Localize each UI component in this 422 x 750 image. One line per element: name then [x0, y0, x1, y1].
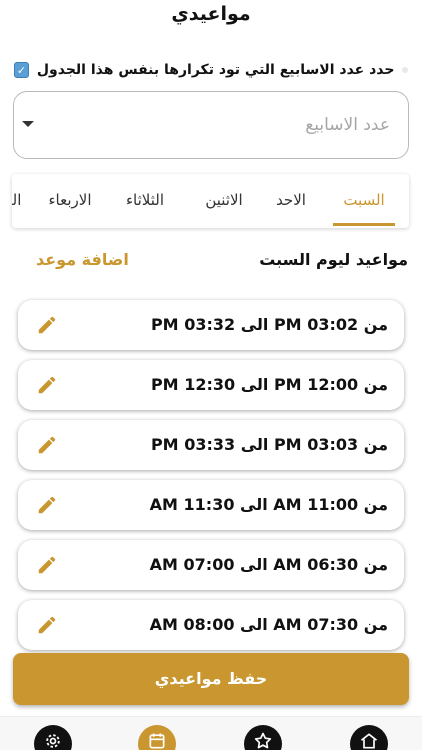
time-slot-range: من 03:03 PM الى 03:33 PM	[150, 435, 388, 454]
edit-pencil-icon[interactable]	[36, 614, 58, 636]
time-slot-range: من 06:30 AM الى 07:00 AM	[149, 555, 388, 574]
tab-monday[interactable]: الاثنين	[193, 174, 255, 228]
nav-calendar[interactable]	[138, 725, 176, 750]
day-schedule-title: مواعيد ليوم السبت	[259, 250, 408, 269]
repeat-weeks-checkbox[interactable]: ✓	[14, 62, 29, 78]
calendar-icon	[149, 733, 165, 749]
save-appointments-button[interactable]: حفظ مواعيدي	[13, 653, 409, 705]
time-slot-range: من 07:30 AM الى 08:00 AM	[149, 615, 388, 634]
nav-settings[interactable]	[34, 725, 72, 750]
weeks-count-dropdown[interactable]: عدد الاسابيع	[13, 91, 409, 159]
nav-home[interactable]	[350, 725, 388, 750]
checkmark-icon: ✓	[16, 63, 27, 77]
edit-pencil-icon[interactable]	[36, 434, 58, 456]
time-slot: من 03:02 PM الى 03:32 PM	[18, 300, 404, 350]
edit-pencil-icon[interactable]	[36, 314, 58, 336]
time-slot-range: من 03:02 PM الى 03:32 PM	[150, 315, 388, 334]
caret-down-icon	[22, 121, 34, 127]
settings-icon	[46, 734, 60, 748]
home-icon	[360, 733, 378, 749]
time-slot-range: من 11:00 AM الى 11:30 AM	[149, 495, 388, 514]
tab-sunday[interactable]: الاحد	[263, 174, 319, 228]
time-slot: من 12:00 PM الى 12:30 PM	[18, 360, 404, 410]
time-slot: من 03:03 PM الى 03:33 PM	[18, 420, 404, 470]
tab-saturday[interactable]: السبت	[333, 174, 395, 228]
tab-wednesday[interactable]: الاربعاء	[37, 174, 103, 228]
repeat-weeks-label: حدد عدد الاسابيع التي تود تكرارها بنفس ه…	[36, 62, 395, 78]
tab-thursday[interactable]: الخميس	[12, 174, 29, 228]
tab-tuesday[interactable]: الثلاثاء	[107, 174, 183, 228]
edit-pencil-icon[interactable]	[36, 494, 58, 516]
add-appointment-button[interactable]: اضافة موعد	[36, 250, 129, 269]
time-slot: من 07:30 AM الى 08:00 AM	[18, 600, 404, 650]
time-slot: من 06:30 AM الى 07:00 AM	[18, 540, 404, 590]
active-tab-indicator	[333, 223, 395, 226]
day-tabs: السبت الاحد الاثنين الثلاثاء الاربعاء ال…	[12, 174, 409, 228]
edit-pencil-icon[interactable]	[36, 554, 58, 576]
time-slot-range: من 12:00 PM الى 12:30 PM	[150, 375, 388, 394]
weeks-count-placeholder: عدد الاسابيع	[305, 115, 390, 135]
nav-favorites[interactable]	[244, 725, 282, 750]
page-title: مواعيدي	[171, 3, 251, 25]
time-slot: من 11:00 AM الى 11:30 AM	[18, 480, 404, 530]
repeat-weeks-row: حدد عدد الاسابيع التي تود تكرارها بنفس ه…	[14, 58, 408, 82]
star-icon	[254, 732, 272, 749]
bottom-nav	[0, 716, 422, 750]
edit-pencil-icon[interactable]	[36, 374, 58, 396]
bullet-dot	[402, 67, 408, 73]
